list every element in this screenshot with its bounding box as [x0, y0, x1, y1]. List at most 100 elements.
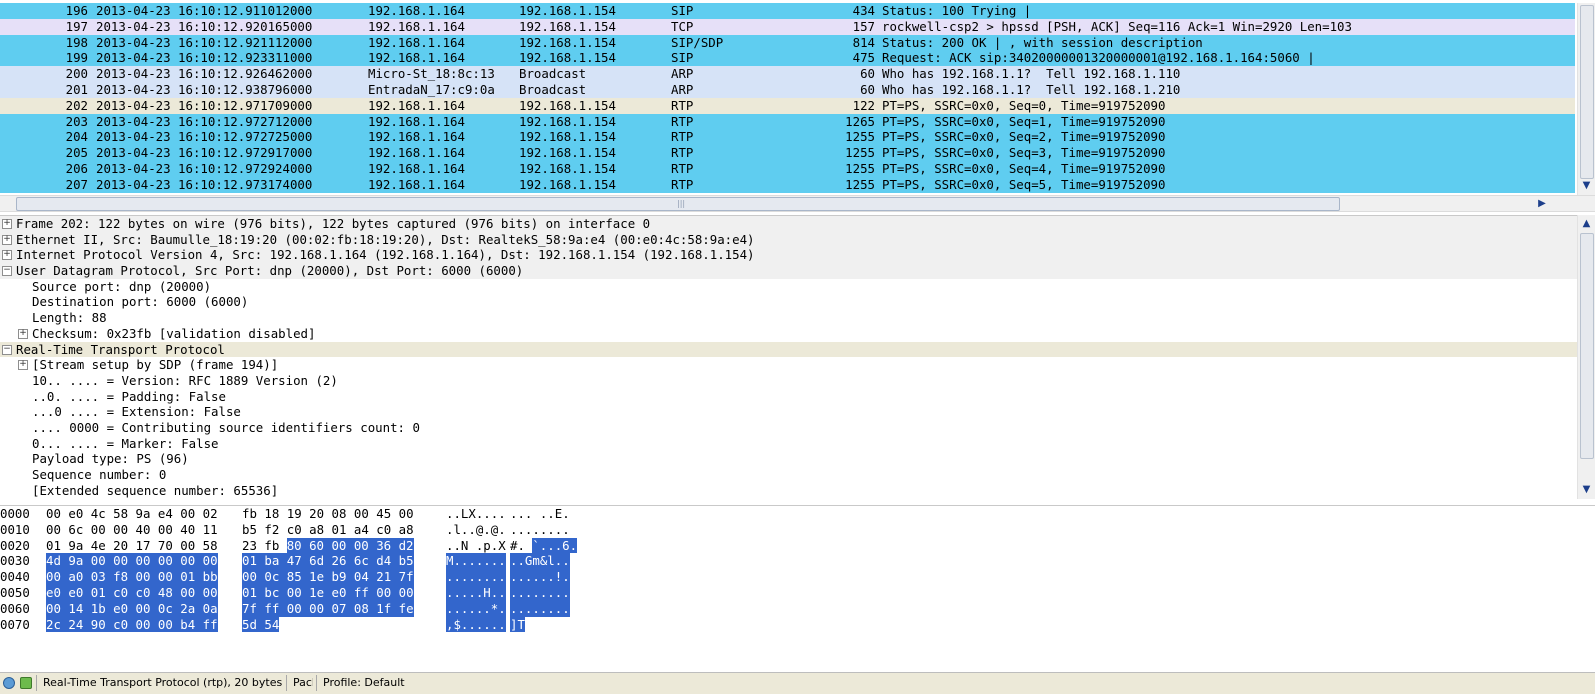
expand-icon[interactable]: +: [2, 234, 12, 245]
packet-time: 2013-04-23 16:10:12.972725000: [96, 129, 313, 145]
collapse-icon[interactable]: −: [2, 344, 12, 355]
packet-info: Status: 200 OK | , with session descript…: [882, 34, 1203, 50]
detail-row[interactable]: 0... .... = Marker: False: [0, 436, 1578, 452]
packet-row[interactable]: 200 2013-04-23 16:10:12.926462000 Micro-St…: [0, 66, 1575, 82]
byte-offset: 0070: [0, 616, 30, 632]
packet-row[interactable]: 203 2013-04-23 16:10:12.972712000 192.168.…: [0, 113, 1575, 130]
detail-text: Internet Protocol Version 4, Src: 192.16…: [16, 247, 755, 263]
packet-list-scroll-thumb[interactable]: [1580, 5, 1594, 179]
packet-length: 1255: [845, 145, 875, 161]
hex-bytes: 23 fb: [242, 537, 280, 553]
expand-icon[interactable]: +: [18, 328, 28, 339]
byte-offset: 0030: [0, 553, 30, 569]
packet-source: 192.168.1.164: [368, 113, 465, 129]
detail-row[interactable]: [Extended sequence number: 65536]: [0, 483, 1578, 499]
detail-row[interactable]: ..0. .... = Padding: False: [0, 389, 1578, 405]
detail-row[interactable]: .... 0000 = Contributing source identifi…: [0, 420, 1578, 436]
detail-text: Ethernet II, Src: Baumulle_18:19:20 (00:…: [16, 231, 755, 247]
detail-text: Real-Time Transport Protocol: [16, 341, 225, 357]
packet-row[interactable]: 206 2013-04-23 16:10:12.972924000 192.168.…: [0, 160, 1575, 177]
ascii-bytes: .l..@.@.: [446, 521, 506, 537]
packet-details[interactable]: + Frame 202: 122 bytes on wire (976 bits)…: [0, 215, 1578, 500]
bytes-row[interactable]: 0010 00 6c 00 00 40 00 40 11 b5 f2 c0 a8 0…: [0, 522, 1595, 538]
expand-icon[interactable]: +: [2, 250, 12, 261]
hex-bytes-selected: 4d 9a 00 00 00 00 00 00: [46, 553, 218, 570]
packet-row[interactable]: 204 2013-04-23 16:10:12.972725000 192.168.…: [0, 129, 1575, 146]
packet-bytes[interactable]: 0000 00 e0 4c 58 9a e4 00 02 fb 18 19 20 0…: [0, 505, 1595, 671]
status-profile[interactable]: Profile: Default: [316, 675, 523, 691]
packet-source: 192.168.1.164: [368, 145, 465, 161]
scroll-down-icon[interactable]: ▼: [1578, 483, 1595, 497]
packet-time: 2013-04-23 16:10:12.972924000: [96, 160, 313, 176]
detail-row[interactable]: Source port: dnp (20000): [0, 279, 1578, 295]
packet-row[interactable]: 201 2013-04-23 16:10:12.938796000 EntradaN…: [0, 81, 1575, 98]
packet-destination: 192.168.1.154: [519, 3, 616, 18]
bytes-row[interactable]: 0040 00 a0 03 f8 00 00 01 bb 00 0c 85 1e b…: [0, 569, 1595, 585]
packet-list-hscrollbar[interactable]: ||| ▶: [0, 195, 1595, 212]
packet-row[interactable]: 199 2013-04-23 16:10:12.923311000 192.168.…: [0, 50, 1575, 67]
scroll-up-icon[interactable]: ▲: [1578, 217, 1595, 231]
bytes-row[interactable]: 0070 2c 24 90 c0 00 00 b4 ff 5d 54 ,$......…: [0, 616, 1595, 633]
bytes-row[interactable]: 0020 01 9a 4e 20 17 70 00 58 23 fb 80 60 00…: [0, 537, 1595, 554]
ascii-bytes-selected: ........: [446, 569, 506, 585]
packet-time: 2013-04-23 16:10:12.972712000: [96, 113, 313, 129]
expert-info-icon[interactable]: [3, 677, 15, 689]
detail-row[interactable]: + Checksum: 0x23fb [validation disabled]: [0, 326, 1578, 342]
collapse-icon[interactable]: −: [2, 266, 12, 277]
ascii-bytes: ..LX....: [446, 506, 506, 521]
detail-row[interactable]: ...0 .... = Extension: False: [0, 404, 1578, 420]
packet-protocol: RTP: [671, 113, 694, 129]
detail-row[interactable]: 10.. .... = Version: RFC 1889 Version (2…: [0, 373, 1578, 389]
detail-row[interactable]: + Internet Protocol Version 4, Src: 192.1…: [0, 247, 1578, 264]
packet-row[interactable]: 207 2013-04-23 16:10:12.973174000 192.168.…: [0, 176, 1575, 193]
packet-protocol: ARP: [671, 66, 694, 82]
hex-bytes-selected: e0 e0 01 c0 c0 48 00 00: [46, 584, 218, 601]
detail-text: Length: 88: [32, 310, 107, 326]
byte-offset: 0040: [0, 569, 30, 585]
bytes-row[interactable]: 0050 e0 e0 01 c0 c0 48 00 00 01 bc 00 1e e…: [0, 584, 1595, 601]
packet-info: Who has 192.168.1.1? Tell 192.168.1.110: [882, 66, 1181, 82]
detail-text: ..0. .... = Padding: False: [32, 388, 226, 404]
hex-bytes: 00 e0 4c 58 9a e4 00 02: [46, 506, 218, 521]
hex-bytes: b5 f2 c0 a8 01 a4 c0 a8: [242, 521, 414, 537]
capture-comment-icon[interactable]: [20, 677, 32, 689]
detail-text: Frame 202: 122 bytes on wire (976 bits),…: [16, 216, 651, 231]
packet-number: 204: [65, 129, 88, 145]
grip-icon: |||: [677, 199, 686, 208]
bytes-row[interactable]: 0000 00 e0 4c 58 9a e4 00 02 fb 18 19 20 0…: [0, 506, 1595, 522]
packet-row[interactable]: 197 2013-04-23 16:10:12.920165000 192.168.…: [0, 18, 1575, 35]
packet-protocol: RTP: [671, 176, 694, 192]
packet-row[interactable]: 198 2013-04-23 16:10:12.921112000 192.168.…: [0, 34, 1575, 51]
scroll-down-icon[interactable]: ▼: [1578, 179, 1595, 193]
ascii-bytes-selected: `...6.: [532, 537, 578, 554]
detail-row[interactable]: Sequence number: 0: [0, 467, 1578, 483]
expand-icon[interactable]: +: [18, 360, 28, 371]
packet-list[interactable]: 196 2013-04-23 16:10:12.911012000 192.168.…: [0, 3, 1575, 195]
packet-row[interactable]: 205 2013-04-23 16:10:12.972917000 192.168.…: [0, 145, 1575, 161]
detail-row[interactable]: + Ethernet II, Src: Baumulle_18:19:20 (00…: [0, 231, 1578, 248]
detail-row[interactable]: + [Stream setup by SDP (frame 194)]: [0, 357, 1578, 373]
detail-row[interactable]: − Real-Time Transport Protocol: [0, 341, 1578, 358]
packet-list-scrollbar[interactable]: ▼: [1577, 3, 1595, 195]
byte-offset: 0050: [0, 584, 30, 600]
bytes-row[interactable]: 0060 00 14 1b e0 00 0c 2a 0a 7f ff 00 00 0…: [0, 600, 1595, 617]
status-field-info: Real-Time Transport Protocol (rtp), 20 b…: [36, 675, 283, 691]
packet-info: Who has 192.168.1.1? Tell 192.168.1.210: [882, 81, 1181, 97]
expand-icon[interactable]: +: [2, 219, 12, 229]
packet-source: 192.168.1.164: [368, 160, 465, 176]
detail-row[interactable]: Destination port: 6000 (6000): [0, 294, 1578, 310]
packet-info: PT=PS, SSRC=0x0, Seq=1, Time=919752090: [882, 113, 1166, 129]
bytes-row[interactable]: 0030 4d 9a 00 00 00 00 00 00 01 ba 47 6d 2…: [0, 553, 1595, 570]
detail-row[interactable]: Payload type: PS (96): [0, 451, 1578, 467]
packet-row[interactable]: 196 2013-04-23 16:10:12.911012000 192.168.…: [0, 3, 1575, 19]
detail-row[interactable]: − User Datagram Protocol, Src Port: dnp (…: [0, 263, 1578, 279]
detail-row[interactable]: Length: 88: [0, 310, 1578, 326]
packet-number: 200: [65, 66, 88, 82]
packet-row[interactable]: 202 2013-04-23 16:10:12.971709000 192.168.…: [0, 97, 1575, 114]
packet-details-scrollbar[interactable]: ▲ ▼: [1577, 215, 1595, 499]
hscroll-thumb[interactable]: |||: [16, 197, 1340, 211]
packet-destination: 192.168.1.154: [519, 18, 616, 34]
detail-row[interactable]: + Frame 202: 122 bytes on wire (976 bits)…: [0, 216, 1578, 232]
scroll-right-icon[interactable]: ▶: [1534, 196, 1550, 211]
details-scroll-thumb[interactable]: [1580, 233, 1594, 459]
